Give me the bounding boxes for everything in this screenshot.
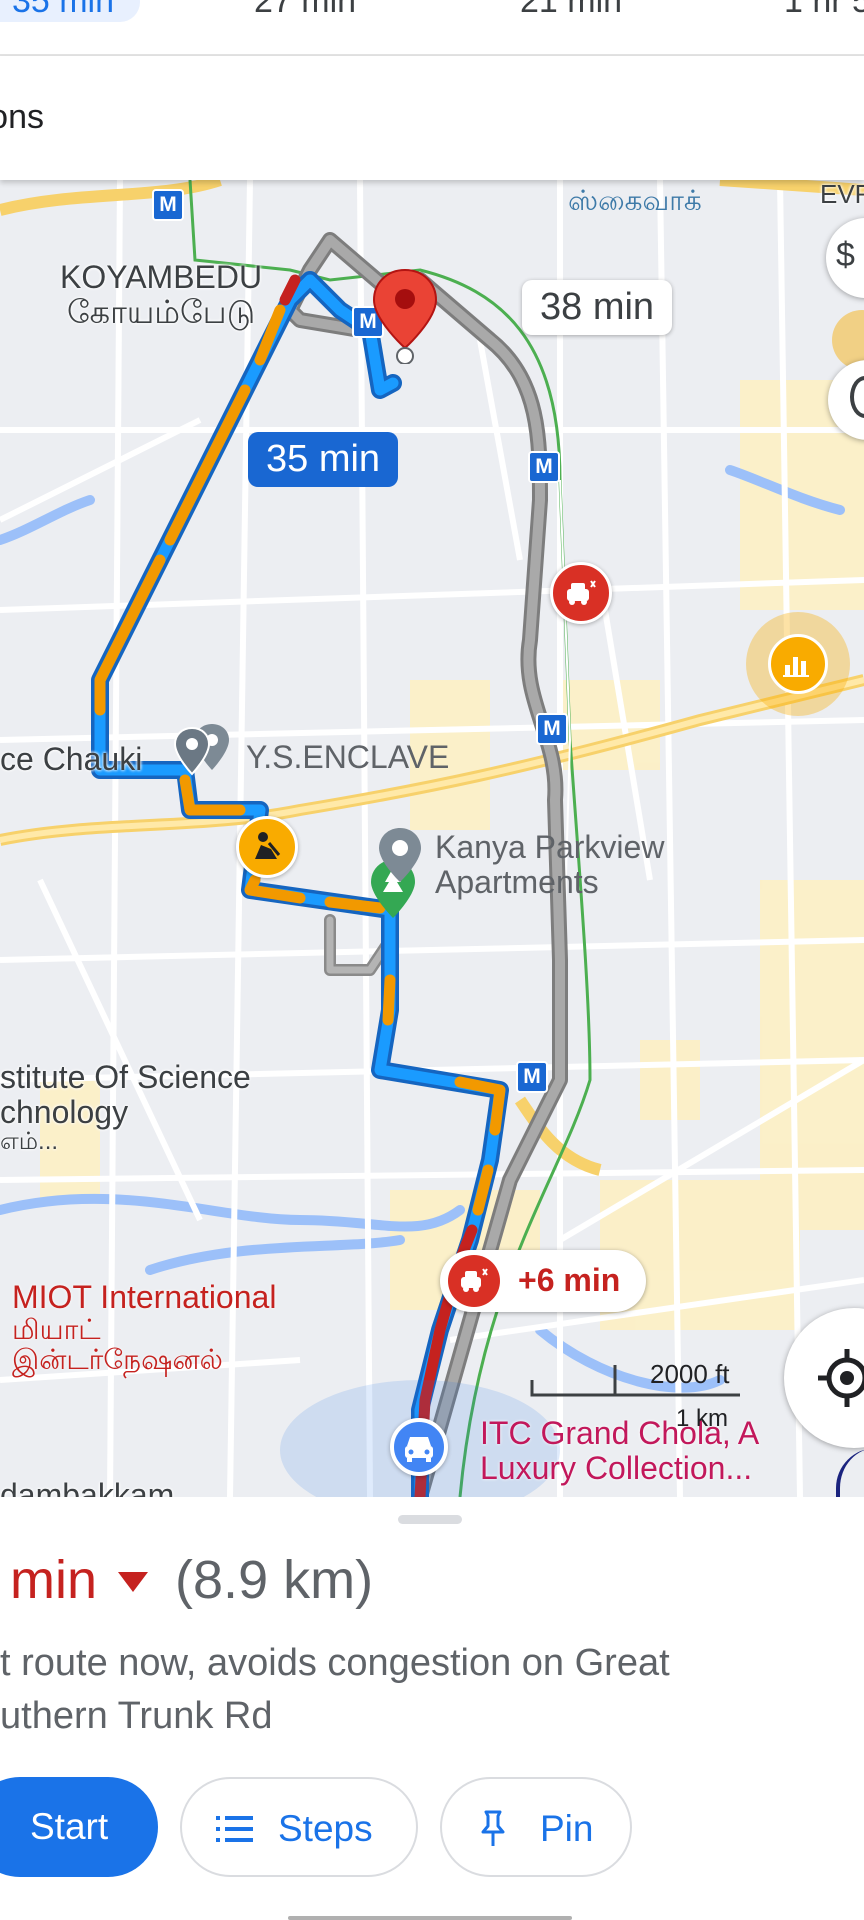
sheet-drag-handle[interactable] <box>398 1515 462 1524</box>
scale-feet-label: 2000 ft <box>650 1359 730 1389</box>
route-eta: min (8.9 km) <box>10 1549 373 1611</box>
place-label-institute[interactable]: stitute Of Science chnology எம்... <box>0 1060 251 1155</box>
place-label-nandambakkam[interactable]: dambakkam <box>0 1478 174 1497</box>
place-label-ys-enclave[interactable]: Y.S.ENCLAVE <box>246 740 449 775</box>
destination-pin-shape <box>372 268 438 364</box>
place-label-miot[interactable]: MIOT International மியாட் இன்டர்நேஷனல் <box>12 1280 276 1375</box>
map-view[interactable]: M M M M M KOYAMBEDU கோயம்பேடு ஸ்கைவாக் E… <box>0 180 864 1497</box>
place-pin-icon[interactable] <box>375 826 425 886</box>
layers-icon[interactable] <box>746 612 850 716</box>
list-icon <box>216 1816 253 1842</box>
car-glyph <box>405 1437 433 1462</box>
place-label-koyambedu[interactable]: KOYAMBEDU கோயம்பேடு <box>60 260 262 329</box>
route-options-bar[interactable]: Options <box>0 56 864 180</box>
worker-glyph <box>255 832 281 859</box>
route-options-label: Options <box>0 98 44 136</box>
traffic-delay-pill[interactable]: +6 min <box>440 1250 646 1312</box>
steps-button[interactable]: Steps <box>180 1777 418 1877</box>
road-works-icon[interactable] <box>236 816 298 878</box>
route-distance: (8.9 km) <box>175 1550 374 1610</box>
mode-tab-walking[interactable]: 21 min <box>520 0 622 22</box>
start-button[interactable]: Start <box>0 1777 158 1877</box>
destination-pin-icon[interactable] <box>370 268 440 364</box>
place-label-police-chauki[interactable]: ce Chauki <box>0 742 142 777</box>
origin-car-icon[interactable] <box>390 1418 448 1476</box>
travel-mode-bar: 35 min 27 min 21 min 1 hr 5 <box>0 0 864 56</box>
route-description: t route now, avoids congestion on Great … <box>0 1642 670 1737</box>
traffic-incident-icon[interactable] <box>550 562 612 624</box>
route-time-selected[interactable]: 35 min <box>248 432 399 487</box>
car-crash-glyph <box>567 580 596 605</box>
pin-button[interactable]: Pin <box>440 1777 632 1877</box>
route-time-alternate[interactable]: 38 min <box>522 280 673 335</box>
layers-icon: $ <box>836 236 855 274</box>
compass-icon <box>850 376 864 418</box>
arrow-down-icon <box>118 1572 149 1592</box>
place-pin-icon[interactable] <box>170 720 240 790</box>
place-label-skywalk[interactable]: ஸ்கைவாக் <box>568 185 702 216</box>
place-pin-pair <box>173 724 229 776</box>
mode-tab-driving[interactable]: 35 min <box>0 0 140 22</box>
my-location-icon <box>818 1349 864 1407</box>
traffic-incident-icon <box>448 1255 500 1307</box>
route-summary-sheet[interactable]: min (8.9 km) t route now, avoids congest… <box>0 1497 864 1920</box>
route-time: min <box>10 1550 98 1610</box>
metro-station-icon: M <box>152 189 184 221</box>
bars-glyph <box>783 657 809 677</box>
mode-tab-transit[interactable]: 27 min <box>254 0 356 22</box>
scale-km-label: 1 km <box>676 1405 729 1432</box>
car-crash-glyph <box>461 1268 488 1292</box>
metro-station-icon: M <box>516 1061 548 1093</box>
metro-station-icon: M <box>528 451 560 483</box>
gesture-nav-bar[interactable] <box>288 1916 572 1920</box>
layers-icon-inner <box>768 634 828 694</box>
pin-icon <box>481 1810 505 1846</box>
mode-tab-cycling[interactable]: 1 hr 5 <box>784 0 864 22</box>
place-label-kanya-parkview[interactable]: Kanya Parkview Apartments <box>435 830 664 899</box>
metro-station-icon: M <box>536 713 568 745</box>
place-label-evr[interactable]: EVR <box>820 180 864 208</box>
place-pin-shape <box>379 828 421 882</box>
